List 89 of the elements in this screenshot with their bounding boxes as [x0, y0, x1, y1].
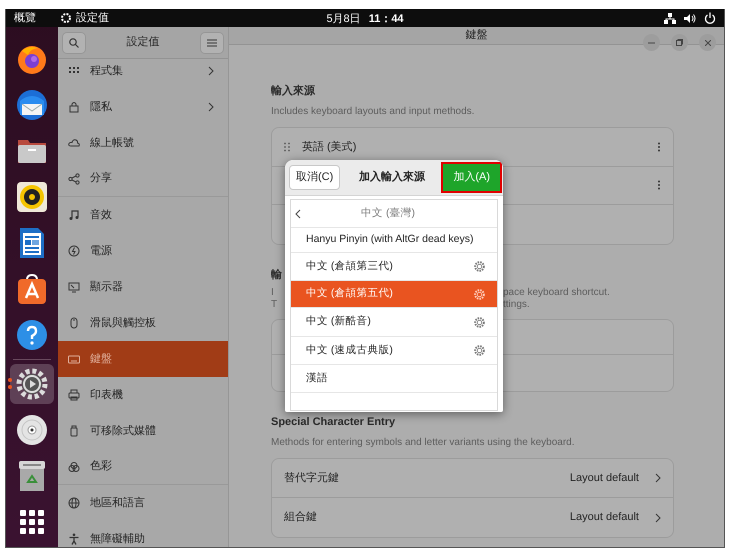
list-item[interactable]: 中文 (新酷音) — [291, 308, 497, 337]
speaker-icon[interactable] — [16, 181, 48, 213]
section-description: Methods for entering symbols and letter variants using the keyboard. — [271, 436, 574, 448]
sidebar-item[interactable]: 隱私 — [58, 89, 228, 125]
music-note-icon — [68, 209, 80, 221]
section-description: ttings. — [503, 298, 530, 310]
restore-button[interactable] — [671, 34, 688, 51]
activities-button[interactable]: 概覽 — [14, 10, 36, 26]
more-options-icon[interactable] — [657, 142, 661, 152]
drag-handle-icon[interactable] — [284, 142, 290, 152]
sidebar-item[interactable]: 鍵盤 — [58, 341, 228, 377]
sidebar-item[interactable]: 分享 — [58, 161, 228, 197]
setting-label: 替代字元鍵 — [284, 470, 340, 486]
section-description: T — [271, 298, 278, 310]
clock-time: 11：44 — [368, 13, 404, 25]
settings-icon[interactable] — [474, 345, 485, 356]
input-source-name: 英語 (美式) — [302, 140, 358, 154]
list-item[interactable]: 中文 (速成古典版) — [291, 337, 497, 365]
mouse-icon — [68, 317, 80, 329]
section-heading: Special Character Entry — [271, 416, 396, 428]
chevron-right-icon — [208, 66, 214, 76]
sidebar-item[interactable]: 程式集 — [58, 59, 228, 89]
power-icon[interactable] — [704, 12, 716, 24]
chevron-right-icon[interactable] — [655, 512, 661, 522]
sidebar-item[interactable]: 滑鼠與觸控板 — [58, 305, 228, 341]
clock-date: 5月8日 — [326, 13, 361, 25]
setting-label: 組合鍵 — [284, 510, 318, 526]
running-indicator — [8, 385, 12, 389]
settings-icon[interactable] — [474, 261, 485, 272]
menu-button[interactable] — [200, 32, 224, 54]
restore-icon — [676, 39, 683, 46]
disc-icon[interactable] — [16, 414, 48, 446]
back-icon — [295, 208, 301, 218]
close-icon — [704, 40, 710, 46]
section-description: Includes keyboard layouts and input methods. — [271, 106, 474, 116]
search-button[interactable] — [62, 32, 86, 54]
shopping-bag-icon[interactable] — [16, 273, 48, 305]
back-row[interactable]: 中文 (臺灣) — [291, 200, 497, 228]
drive-icon — [68, 425, 80, 437]
minimize-button[interactable] — [643, 34, 660, 51]
settings-icon[interactable] — [474, 316, 485, 328]
app-name[interactable]: 設定值 — [76, 10, 109, 26]
sidebar-item[interactable]: 電源 — [58, 233, 228, 269]
monitor-icon — [68, 281, 80, 293]
menu-icon — [207, 38, 217, 46]
gear-icon[interactable] — [16, 368, 48, 400]
dialog-title: 加入輸入來源 — [358, 170, 425, 186]
sidebar-item[interactable]: 印表機 — [58, 377, 228, 413]
cancel-button[interactable]: 取消(C) — [289, 165, 340, 190]
more-options-icon[interactable] — [657, 180, 661, 190]
power-icon — [68, 245, 80, 257]
gear-icon — [60, 12, 72, 24]
window-title: 鍵盤 — [466, 28, 488, 43]
list-item[interactable]: 漢語 — [291, 365, 497, 393]
sidebar-item[interactable]: 可移除式媒體 — [58, 413, 228, 449]
chevron-right-icon — [208, 102, 214, 112]
list-item[interactable]: Hanyu Pinyin (with AltGr dead keys) — [291, 228, 497, 253]
setting-value: Layout default — [570, 470, 639, 486]
volume-icon[interactable] — [684, 12, 696, 24]
keyboard-icon — [68, 353, 80, 365]
section-description: pace keyboard shortcut. — [503, 286, 610, 298]
chevron-right-icon[interactable] — [655, 473, 661, 483]
help-icon[interactable] — [16, 319, 48, 351]
section-description: I — [271, 286, 274, 298]
firefox-icon[interactable] — [16, 43, 48, 75]
section-heading: 輸入來源 — [271, 84, 315, 96]
color-circles-icon — [68, 460, 80, 472]
sidebar-item[interactable]: 地區和語言 — [58, 485, 228, 521]
envelope-icon[interactable] — [16, 89, 48, 121]
share-icon — [68, 172, 80, 184]
globe-icon — [68, 497, 80, 509]
network-icon[interactable] — [664, 12, 676, 24]
sidebar-title: 設定值 — [126, 34, 160, 50]
search-icon — [69, 38, 79, 48]
sidebar-item[interactable]: 音效 — [58, 197, 228, 233]
setting-value: Layout default — [570, 510, 639, 526]
sidebar-item[interactable]: 無障礙輔助 — [58, 521, 228, 547]
sidebar-item[interactable]: 顯示器 — [58, 269, 228, 305]
list-item[interactable]: 中文 (倉頡第五代) — [291, 281, 497, 308]
lock-icon — [68, 101, 80, 113]
close-button[interactable] — [699, 34, 716, 51]
sidebar-item[interactable]: 色彩 — [58, 449, 228, 485]
minimize-icon — [648, 42, 655, 44]
cloud-icon — [68, 137, 80, 149]
person-icon — [68, 533, 80, 545]
trash-icon[interactable] — [16, 460, 48, 492]
sidebar-item[interactable]: 線上帳號 — [58, 125, 228, 161]
printer-icon — [68, 389, 80, 401]
section-heading: 輸 — [271, 268, 282, 280]
